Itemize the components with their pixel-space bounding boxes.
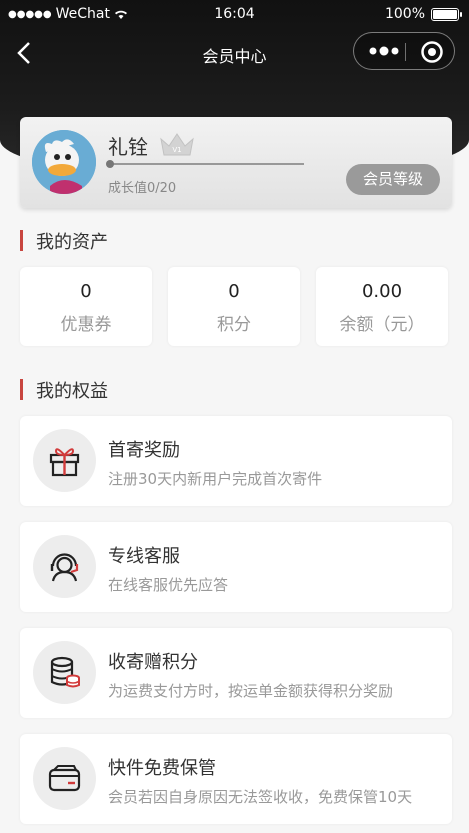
more-icon[interactable] — [369, 45, 399, 57]
battery-icon — [431, 7, 462, 21]
duck-avatar-image — [32, 130, 96, 194]
asset-label: 积分 — [217, 315, 251, 335]
avatar[interactable] — [32, 130, 96, 194]
benefit-first-send-reward[interactable]: 首寄奖励 注册30天内新用户完成首次寄件 — [20, 416, 452, 506]
asset-balance[interactable]: 0.00 余额（元） — [316, 267, 448, 346]
asset-value: 0.00 — [361, 281, 403, 302]
asset-label: 优惠券 — [60, 315, 112, 335]
asset-value: 0 — [228, 281, 240, 302]
asset-label: 余额（元） — [339, 315, 425, 335]
benefit-earn-points[interactable]: 收寄赠积分 为运费支付方时，按运单金额获得积分奖励 — [20, 628, 452, 718]
wallet-icon — [33, 747, 96, 810]
gift-icon — [33, 429, 96, 492]
close-miniprogram-icon[interactable] — [420, 40, 444, 64]
benefit-free-storage[interactable]: 快件免费保管 会员若因自身原因无法签收收，免费保管10天 — [20, 734, 452, 824]
benefit-desc: 为运费支付方时，按运单金额获得积分奖励 — [108, 682, 394, 700]
assets-section-title: 我的资产 — [20, 228, 108, 254]
benefit-title: 收寄赠积分 — [108, 652, 198, 673]
benefit-desc: 注册30天内新用户完成首次寄件 — [108, 470, 323, 488]
member-card: 礼铨 V1 成长值0/20 会员等级 — [20, 117, 452, 208]
benefit-desc: 会员若因自身原因无法签收收，免费保管10天 — [108, 788, 413, 806]
benefits-section-title: 我的权益 — [20, 377, 108, 403]
benefit-title: 首寄奖励 — [108, 440, 180, 461]
battery-percent: 100% — [384, 6, 425, 22]
svg-text:V1: V1 — [172, 146, 181, 154]
benefit-dedicated-service[interactable]: 专线客服 在线客服优先应答 — [20, 522, 452, 612]
miniprogram-capsule — [353, 32, 455, 70]
customer-service-icon — [33, 535, 96, 598]
user-name: 礼铨 — [108, 135, 148, 159]
asset-coupons[interactable]: 0 优惠券 — [20, 267, 152, 346]
asset-value: 0 — [80, 281, 92, 302]
growth-progress-bar — [108, 163, 304, 165]
member-level-button[interactable]: 会员等级 — [346, 164, 440, 195]
status-bar: ●●●●● WeChat 16:04 100% — [0, 0, 469, 28]
crown-icon: V1 — [160, 133, 194, 156]
benefit-title: 快件免费保管 — [108, 758, 216, 779]
points-database-icon — [33, 641, 96, 704]
navigation-bar: 会员中心 — [0, 30, 469, 76]
capsule-divider — [405, 43, 406, 61]
growth-progress-dot — [106, 160, 114, 168]
growth-value: 成长值0/20 — [108, 181, 177, 196]
benefit-desc: 在线客服优先应答 — [108, 576, 229, 594]
asset-points[interactable]: 0 积分 — [168, 267, 300, 346]
benefit-title: 专线客服 — [108, 546, 180, 567]
